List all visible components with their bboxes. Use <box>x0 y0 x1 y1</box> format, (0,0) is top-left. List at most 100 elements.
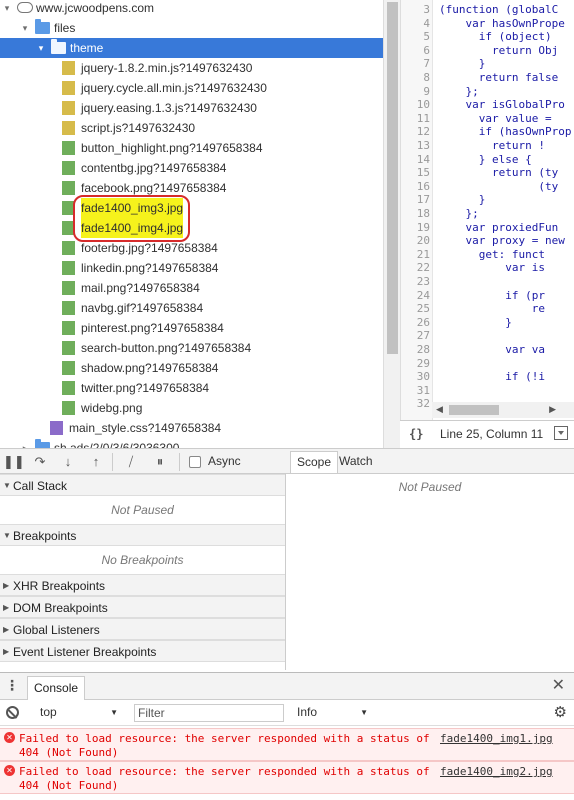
line-number[interactable]: 25 <box>401 302 430 316</box>
code-line[interactable]: 14 } else { <box>401 153 574 167</box>
code-line[interactable]: 30 if (!i <box>401 370 574 384</box>
tree-item[interactable]: ▸ sh.ads/2/0/3/6/3036300 <box>0 438 383 448</box>
code-line[interactable]: 19 var proxiedFun <box>401 221 574 235</box>
code-line[interactable]: 21 get: funct <box>401 248 574 262</box>
call-stack-header[interactable]: ▼ Call Stack <box>0 474 285 496</box>
event-listener-breakpoints-header[interactable]: ▶ Event Listener Breakpoints <box>0 640 285 662</box>
tree-item[interactable]: contentbg.jpg?1497658384 <box>0 158 383 178</box>
tree-item[interactable]: jquery-1.8.2.min.js?1497632430 <box>0 58 383 78</box>
line-number[interactable]: 15 <box>401 166 430 180</box>
line-number[interactable]: 4 <box>401 17 430 31</box>
code-line[interactable]: 11 var value = <box>401 112 574 126</box>
line-number[interactable]: 14 <box>401 153 430 167</box>
tab-scope[interactable]: Scope <box>290 451 339 473</box>
code-line[interactable]: 7 } <box>401 57 574 71</box>
code-line[interactable]: 9 }; <box>401 85 574 99</box>
line-number[interactable]: 13 <box>401 139 430 153</box>
tree-item[interactable]: facebook.png?1497658384 <box>0 178 383 198</box>
tree-item[interactable]: search-button.png?1497658384 <box>0 338 383 358</box>
global-listeners-header[interactable]: ▶ Global Listeners <box>0 618 285 640</box>
line-number[interactable]: 3 <box>401 3 430 17</box>
scrollbar-thumb[interactable] <box>449 405 499 415</box>
scroll-left-icon[interactable]: ◀ <box>436 404 443 415</box>
code-line[interactable]: 3 (function (globalC <box>401 3 574 17</box>
tree-item[interactable]: jquery.easing.1.3.js?1497632430 <box>0 98 383 118</box>
line-number[interactable]: 24 <box>401 289 430 303</box>
line-number[interactable]: 9 <box>401 85 430 99</box>
tab-console[interactable]: Console <box>27 676 86 701</box>
xhr-breakpoints-header[interactable]: ▶ XHR Breakpoints <box>0 574 285 596</box>
code-line[interactable]: 15 return (ty <box>401 166 574 180</box>
log-level-selector[interactable]: Info ▼ <box>297 704 370 722</box>
line-number[interactable]: 22 <box>401 261 430 275</box>
tree-item[interactable]: navbg.gif?1497658384 <box>0 298 383 318</box>
line-number[interactable]: 11 <box>401 112 430 126</box>
code-line[interactable]: 31 <box>401 384 574 398</box>
code-line[interactable]: 29 <box>401 357 574 371</box>
close-icon[interactable]: ✕ <box>552 675 565 695</box>
editor-horizontal-scrollbar[interactable]: ◀ ▶ <box>432 402 574 418</box>
code-line[interactable]: 28 var va <box>401 343 574 357</box>
tab-watch[interactable]: Watch <box>333 451 379 473</box>
line-number[interactable]: 30 <box>401 370 430 384</box>
code-line[interactable]: 8 return false <box>401 71 574 85</box>
line-number[interactable]: 26 <box>401 316 430 330</box>
line-number[interactable]: 23 <box>401 275 430 289</box>
code-line[interactable]: 12 if (hasOwnProp <box>401 125 574 139</box>
line-number[interactable]: 10 <box>401 98 430 112</box>
line-number[interactable]: 8 <box>401 71 430 85</box>
tree-item[interactable]: ▾ files <box>0 18 383 38</box>
expanded-arrow-icon[interactable]: ▾ <box>20 18 30 38</box>
step-over-icon[interactable]: ↷ <box>31 453 49 471</box>
line-number[interactable]: 28 <box>401 343 430 357</box>
clear-console-icon[interactable] <box>6 706 19 719</box>
tree-item[interactable]: button_highlight.png?1497658384 <box>0 138 383 158</box>
tree-item[interactable]: main_style.css?1497658384 <box>0 418 383 438</box>
breakpoints-header[interactable]: ▼ Breakpoints <box>0 524 285 546</box>
line-number[interactable]: 17 <box>401 193 430 207</box>
scrollbar-thumb[interactable] <box>387 2 398 354</box>
line-number[interactable]: 18 <box>401 207 430 221</box>
tree-item[interactable]: fade1400_img3.jpg <box>0 198 383 218</box>
toggle-drawer-icon[interactable] <box>554 426 568 440</box>
code-line[interactable]: 18 }; <box>401 207 574 221</box>
code-line[interactable]: 17 } <box>401 193 574 207</box>
code-line[interactable]: 25 re <box>401 302 574 316</box>
code-line[interactable]: 10 var isGlobalPro <box>401 98 574 112</box>
code-line[interactable]: 20 var proxy = new <box>401 234 574 248</box>
error-source-link[interactable]: fade1400_img1.jpg <box>440 732 553 746</box>
async-checkbox[interactable] <box>189 456 201 468</box>
tree-item[interactable]: jquery.cycle.all.min.js?1497632430 <box>0 78 383 98</box>
tree-item[interactable]: fade1400_img4.jpg <box>0 218 383 238</box>
expanded-arrow-icon[interactable]: ▾ <box>36 38 46 58</box>
code-line[interactable]: 13 return ! <box>401 139 574 153</box>
dom-breakpoints-header[interactable]: ▶ DOM Breakpoints <box>0 596 285 618</box>
code-line[interactable]: 5 if (object) <box>401 30 574 44</box>
line-number[interactable]: 16 <box>401 180 430 194</box>
tree-item[interactable]: footerbg.jpg?1497658384 <box>0 238 383 258</box>
step-into-icon[interactable]: ↓ <box>59 453 77 471</box>
line-number[interactable]: 20 <box>401 234 430 248</box>
line-number[interactable]: 21 <box>401 248 430 262</box>
code-line[interactable]: 23 <box>401 275 574 289</box>
tree-item[interactable]: mail.png?1497658384 <box>0 278 383 298</box>
tree-item[interactable]: linkedin.png?1497658384 <box>0 258 383 278</box>
line-number[interactable]: 29 <box>401 357 430 371</box>
line-number[interactable]: 32 <box>401 397 430 411</box>
tree-item[interactable]: widebg.png <box>0 398 383 418</box>
context-selector[interactable]: top ▼ <box>40 704 120 722</box>
code-line[interactable]: 16 (ty <box>401 180 574 194</box>
tree-item[interactable]: shadow.png?1497658384 <box>0 358 383 378</box>
code-editor[interactable]: 3 (function (globalC 4 var hasOwnPrope 5 if… <box>400 0 574 420</box>
code-line[interactable]: 4 var hasOwnPrope <box>401 17 574 31</box>
tree-item[interactable]: script.js?1497632430 <box>0 118 383 138</box>
code-line[interactable]: 22 var is <box>401 261 574 275</box>
tree-item[interactable]: ▾ www.jcwoodpens.com <box>0 0 383 18</box>
expanded-arrow-icon[interactable]: ▾ <box>2 0 12 18</box>
pause-icon[interactable]: ❚❚ <box>3 453 25 471</box>
line-number[interactable]: 6 <box>401 44 430 58</box>
tree-item[interactable]: pinterest.png?1497658384 <box>0 318 383 338</box>
line-number[interactable]: 19 <box>401 221 430 235</box>
filter-input[interactable] <box>134 704 284 722</box>
line-number[interactable]: 27 <box>401 329 430 343</box>
